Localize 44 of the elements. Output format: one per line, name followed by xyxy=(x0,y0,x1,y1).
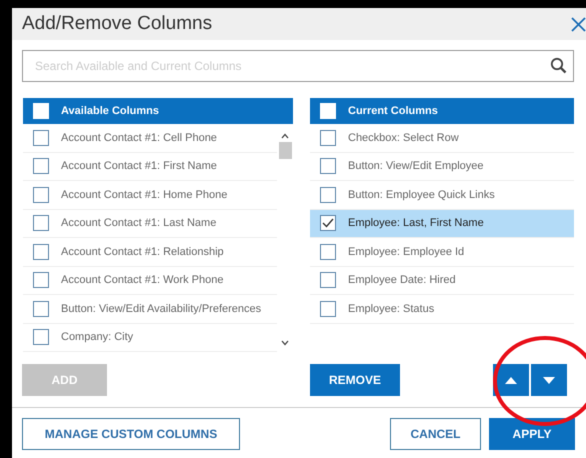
checkbox[interactable] xyxy=(33,244,49,260)
manage-custom-columns-button[interactable]: MANAGE CUSTOM COLUMNS xyxy=(22,418,240,450)
list-item[interactable]: Button: View/Edit Availability/Preferences xyxy=(23,295,277,324)
dialog-title: Add/Remove Columns xyxy=(22,13,212,35)
list-item[interactable]: Employee: Status xyxy=(310,295,574,324)
checkbox[interactable] xyxy=(320,300,336,317)
list-item[interactable]: Company: City xyxy=(23,324,277,352)
list-item[interactable]: Account Contact #1: Relationship xyxy=(23,238,277,266)
checkbox[interactable] xyxy=(320,215,336,232)
checkbox[interactable] xyxy=(320,158,336,174)
scroll-up-icon[interactable] xyxy=(281,133,289,139)
search-icon[interactable] xyxy=(550,57,567,74)
list-title: Current Columns xyxy=(348,105,438,117)
triangle-down-icon xyxy=(543,376,555,384)
list-item[interactable]: Employee Date: Hired xyxy=(310,266,574,295)
checkbox[interactable] xyxy=(320,186,336,203)
checkbox[interactable] xyxy=(33,158,49,174)
list-item[interactable]: Checkbox: Select Row xyxy=(310,124,574,152)
list-item[interactable]: Employee: Employee Id xyxy=(310,238,574,266)
checkbox[interactable] xyxy=(320,272,336,288)
list-item[interactable]: Account Contact #1: Home Phone xyxy=(23,181,277,210)
cancel-button[interactable]: CANCEL xyxy=(390,418,481,450)
checkbox[interactable] xyxy=(33,329,49,346)
apply-button[interactable]: APPLY xyxy=(489,418,575,450)
list-item[interactable]: Employee: Last, First Name xyxy=(310,210,574,238)
scroll-down-icon[interactable] xyxy=(281,340,289,346)
scrollbar-thumb[interactable] xyxy=(278,142,292,159)
checkbox[interactable] xyxy=(33,300,49,317)
checkbox[interactable] xyxy=(320,244,336,260)
list-item[interactable]: Account Contact #1: Work Phone xyxy=(23,266,277,295)
list-item[interactable]: Account Contact #1: First Name xyxy=(23,152,277,181)
checkbox[interactable] xyxy=(33,215,49,232)
triangle-up-icon xyxy=(505,376,517,384)
list-title: Available Columns xyxy=(61,105,160,117)
remove-button[interactable]: REMOVE xyxy=(310,364,400,396)
list-item[interactable]: Account Contact #1: Last Name xyxy=(23,210,277,238)
list-item[interactable]: Button: View/Edit Employee xyxy=(310,152,574,181)
checkbox[interactable] xyxy=(33,272,49,288)
checkbox[interactable] xyxy=(33,130,49,146)
list-item[interactable]: Account Contact #1: Cell Phone xyxy=(23,124,277,152)
close-icon[interactable] xyxy=(571,16,586,32)
checkbox[interactable] xyxy=(33,186,49,203)
checkbox[interactable] xyxy=(320,130,336,146)
move-down-button[interactable] xyxy=(531,364,567,396)
